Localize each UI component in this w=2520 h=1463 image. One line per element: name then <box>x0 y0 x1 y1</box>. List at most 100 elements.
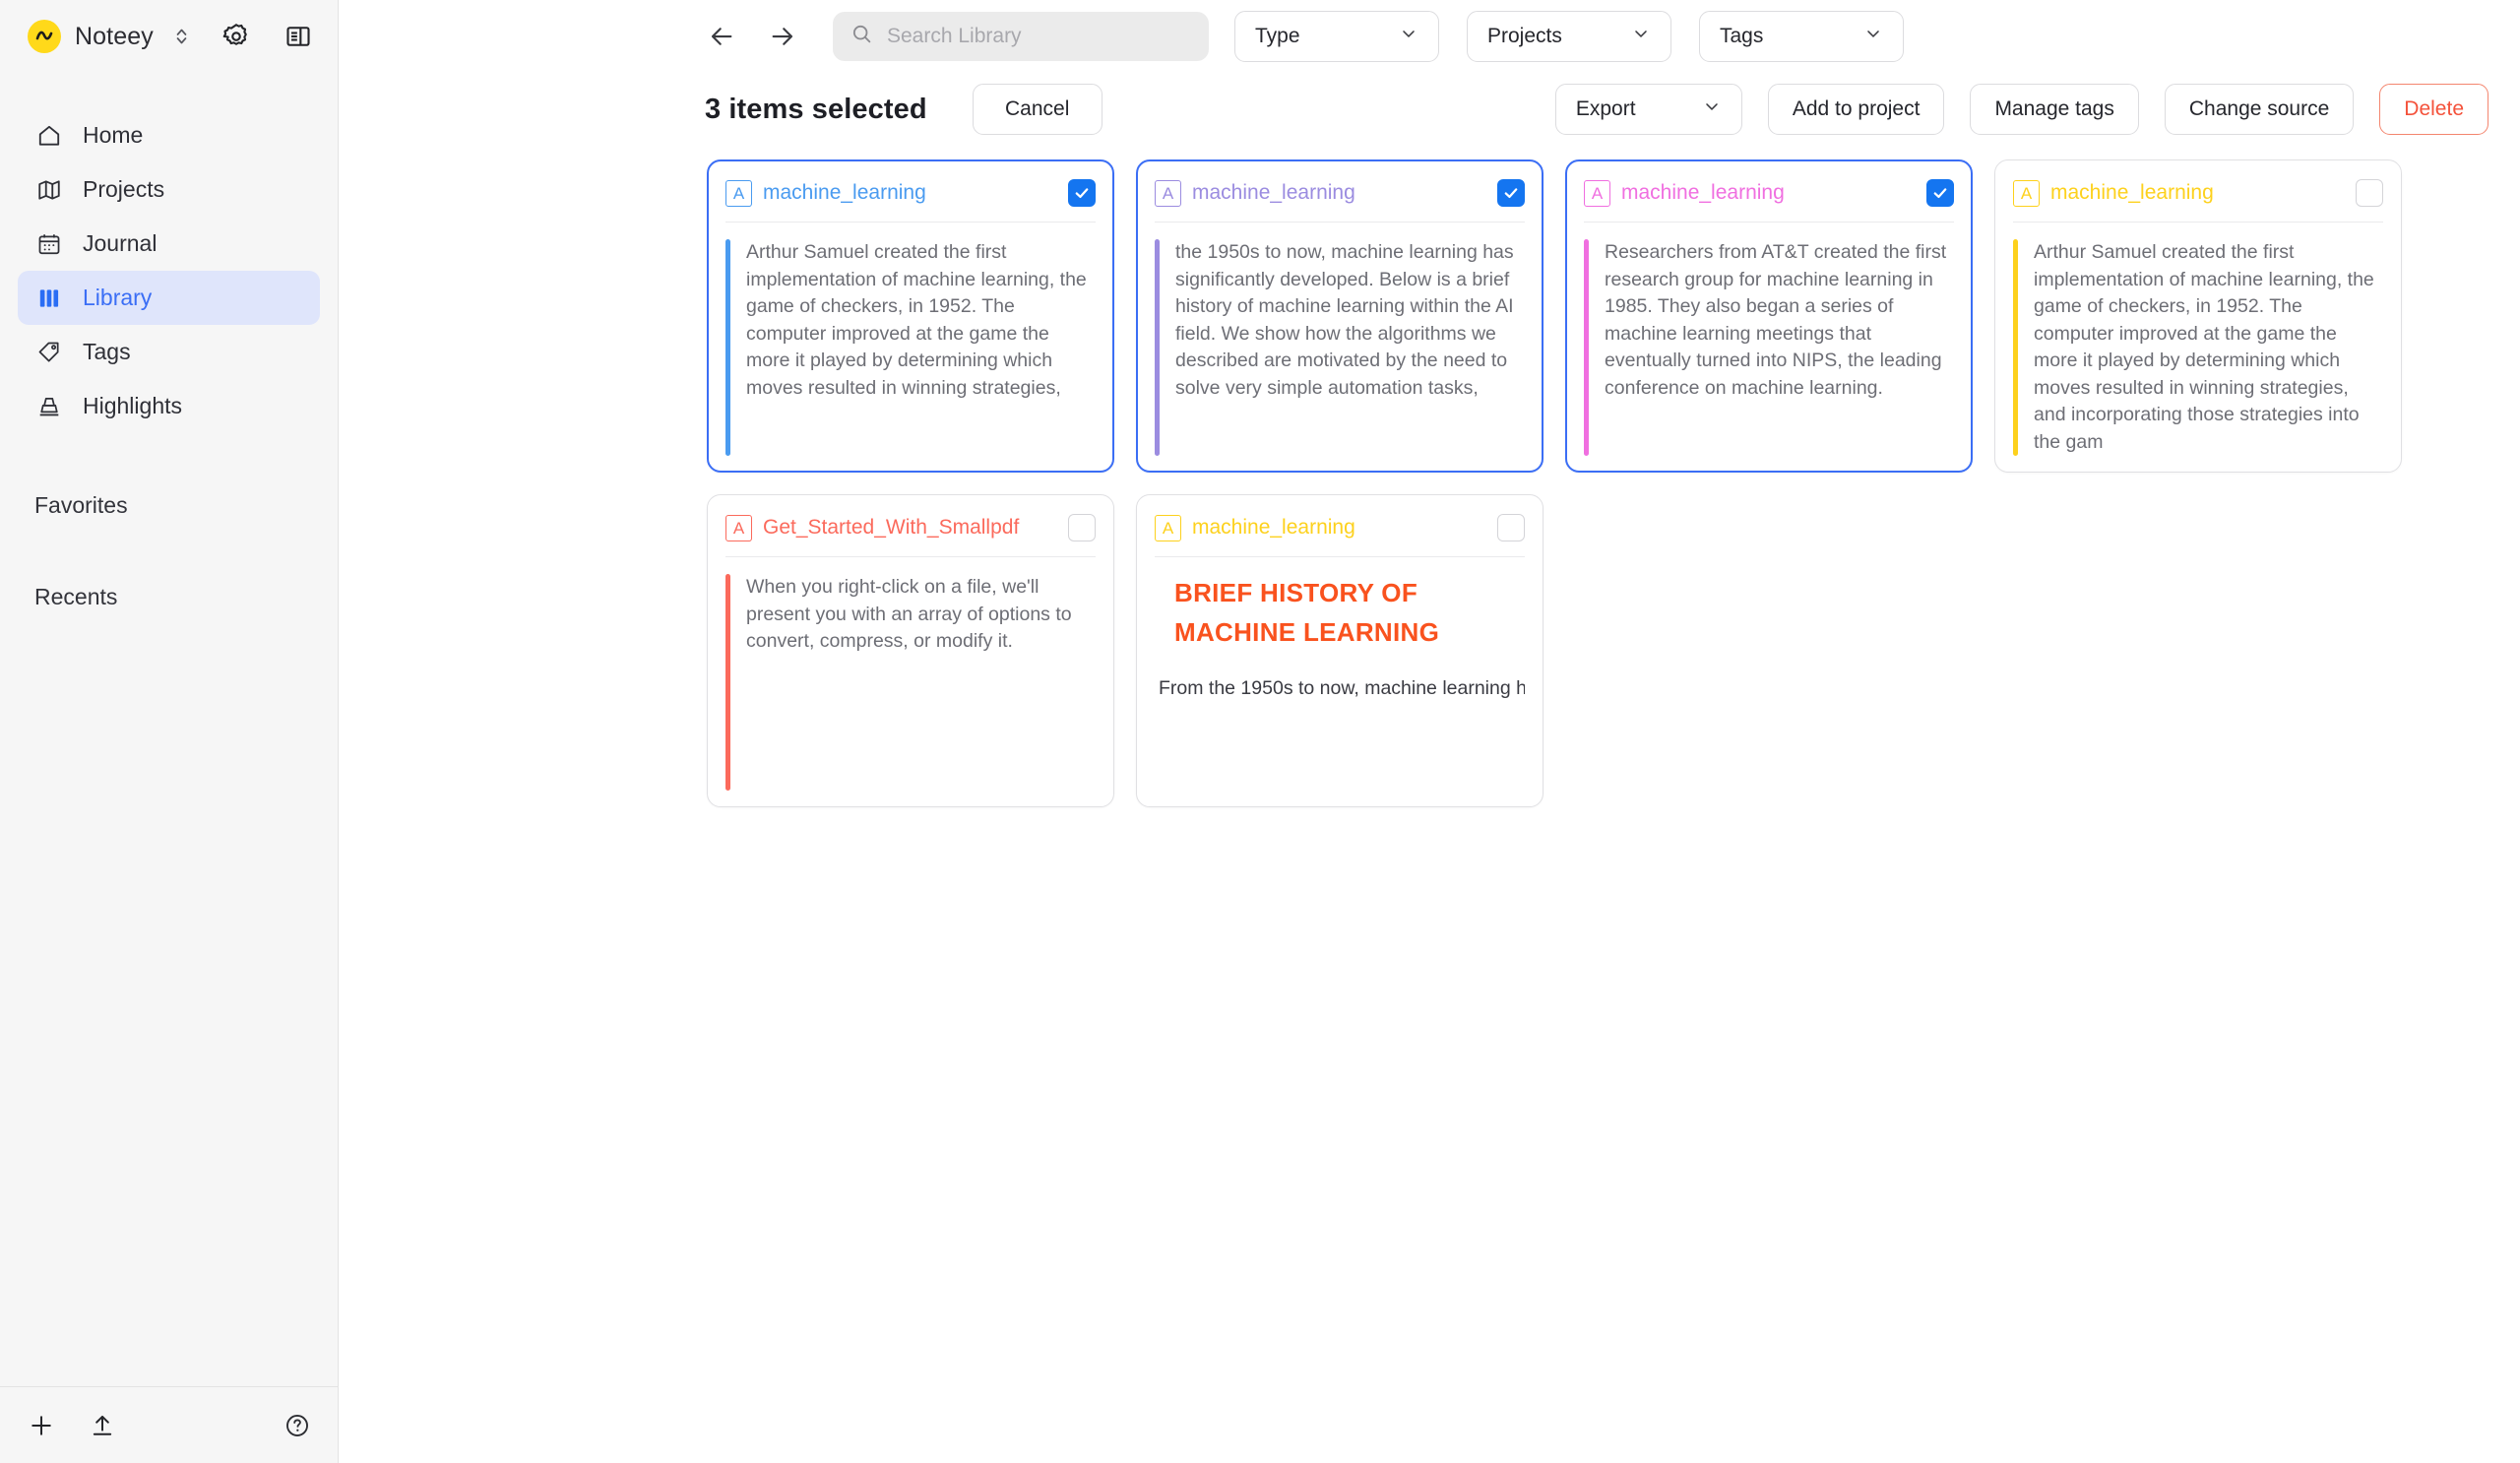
card-select-checkbox[interactable] <box>1926 179 1954 207</box>
card-body: When you right-click on a file, we'll pr… <box>725 557 1096 791</box>
card-select-checkbox[interactable] <box>1068 179 1096 207</box>
sidebar-item-label: Library <box>83 285 153 310</box>
card-body: the 1950s to now, machine learning has s… <box>1155 223 1525 456</box>
card-title: machine_learning <box>1192 181 1355 204</box>
card-body: BRIEF HISTORY OF MACHINE LEARNING From th… <box>1155 557 1525 791</box>
selection-toolbar: 3 items selected Cancel Export Add to pr… <box>339 73 2520 146</box>
sidebar-item-label: Journal <box>83 230 158 256</box>
library-card[interactable]: Amachine_learning Researchers from AT&T c… <box>1565 159 1973 473</box>
chevron-down-icon <box>1702 96 1722 122</box>
filter-label: Type <box>1255 25 1300 47</box>
chevron-down-icon <box>1399 24 1418 49</box>
arrow-left-icon[interactable] <box>705 20 738 53</box>
sidebar-section-favorites[interactable]: Favorites <box>0 492 338 519</box>
filter-projects[interactable]: Projects <box>1467 11 1671 62</box>
arrow-right-icon[interactable] <box>766 20 799 53</box>
workspace-switcher[interactable]: Noteey <box>28 20 189 53</box>
sidebar-item-journal[interactable]: Journal <box>18 217 320 271</box>
annotation-type-badge: A <box>2013 179 2040 207</box>
home-icon <box>34 121 64 151</box>
add-to-project-button[interactable]: Add to project <box>1767 84 1945 135</box>
change-source-button[interactable]: Change source <box>2164 84 2355 135</box>
card-body: Arthur Samuel created the first implemen… <box>725 223 1096 456</box>
sidebar-item-label: Tags <box>83 339 131 364</box>
annotation-type-badge: A <box>725 179 752 207</box>
sidebar-section-recents[interactable]: Recents <box>0 584 338 610</box>
annotation-type-badge: A <box>1155 179 1181 207</box>
sidebar-section-label: Favorites <box>34 492 128 518</box>
card-header: Amachine_learning <box>2013 176 2383 210</box>
sidebar-header: Noteey <box>0 0 338 73</box>
sidebar-item-library[interactable]: Library <box>18 271 320 325</box>
manage-tags-button[interactable]: Manage tags <box>1970 84 2139 135</box>
card-select-checkbox[interactable] <box>2356 179 2383 207</box>
card-header: Amachine_learning <box>1155 511 1525 544</box>
brand-name: Noteey <box>75 22 154 50</box>
bulk-actions: Export Add to project Manage tags Change… <box>1554 84 2488 135</box>
search-input[interactable]: Search Library <box>833 12 1209 61</box>
sidebar-item-projects[interactable]: Projects <box>18 162 320 217</box>
highlighter-icon <box>34 392 64 421</box>
filter-label: Projects <box>1487 25 1562 47</box>
gear-icon[interactable] <box>221 22 251 51</box>
filter-label: Tags <box>1720 25 1764 47</box>
card-select-checkbox[interactable] <box>1068 514 1096 541</box>
sidebar-section-label: Recents <box>34 584 118 609</box>
card-header: Amachine_learning <box>1155 176 1525 210</box>
help-circle-icon[interactable] <box>284 1412 311 1439</box>
card-body: Arthur Samuel created the first implemen… <box>2013 223 2383 456</box>
tag-icon <box>34 338 64 367</box>
annotation-type-badge: A <box>1155 514 1181 541</box>
sidebar-item-highlights[interactable]: Highlights <box>18 379 320 433</box>
upload-icon[interactable] <box>89 1412 116 1439</box>
library-card[interactable]: A Get_Started_With_Smallpdf When you right… <box>707 494 1114 807</box>
card-excerpt-text: When you right-click on a file, we'll pr… <box>746 576 1072 652</box>
plus-icon[interactable] <box>28 1412 55 1439</box>
main-content: Search Library Type Projects Tags 3 item… <box>339 0 2520 1463</box>
history-nav <box>705 20 799 53</box>
library-card[interactable]: Amachine_learning Arthur Samuel created t… <box>1994 159 2402 473</box>
search-placeholder: Search Library <box>887 25 1022 47</box>
card-subline-text: From the 1950s to now, machine learning … <box>1159 677 1525 699</box>
sidebar-nav: Home Projects Journal Library Tags Highl… <box>0 108 338 433</box>
library-card[interactable]: Amachine_learning BRIEF HISTORY OF MACHIN… <box>1136 494 1544 807</box>
card-body: Researchers from AT&T created the first … <box>1584 223 1954 456</box>
annotation-type-badge: A <box>1584 179 1610 207</box>
search-icon <box>850 23 873 50</box>
squiggle-logo <box>28 20 61 53</box>
library-card-grid: Amachine_learning Arthur Samuel created t… <box>339 146 2520 807</box>
chevron-down-icon <box>1863 24 1883 49</box>
card-title: machine_learning <box>2050 181 2214 204</box>
library-card[interactable]: Amachine_learningthe 1950s to now, machi… <box>1136 159 1544 473</box>
annotation-type-badge: A <box>725 514 752 541</box>
card-heading-text: BRIEF HISTORY OF MACHINE LEARNING <box>1174 578 1440 647</box>
cancel-button[interactable]: Cancel <box>972 84 1102 135</box>
card-header: Amachine_learning <box>725 176 1096 210</box>
card-title: machine_learning <box>763 181 926 204</box>
sidebar-footer <box>0 1386 339 1463</box>
export-button[interactable]: Export <box>1554 84 1742 135</box>
card-header: Amachine_learning <box>1584 176 1954 210</box>
export-label: Export <box>1575 97 1636 120</box>
card-excerpt-text: the 1950s to now, machine learning has s… <box>1175 241 1514 399</box>
card-title: Get_Started_With_Smallpdf <box>763 516 1020 539</box>
toggle-panel-icon[interactable] <box>284 23 312 50</box>
library-card[interactable]: Amachine_learning Arthur Samuel created t… <box>707 159 1114 473</box>
card-excerpt-text: Arthur Samuel created the first implemen… <box>2034 241 2374 453</box>
card-select-checkbox[interactable] <box>1497 179 1525 207</box>
books-icon <box>34 284 64 313</box>
filter-tags[interactable]: Tags <box>1699 11 1904 62</box>
sidebar-item-home[interactable]: Home <box>18 108 320 162</box>
calendar-icon <box>34 229 64 259</box>
delete-button[interactable]: Delete <box>2379 84 2488 135</box>
card-select-checkbox[interactable] <box>1497 514 1525 541</box>
filter-type[interactable]: Type <box>1234 11 1439 62</box>
selection-count: 3 items selected <box>705 93 927 125</box>
sidebar: Noteey Home Projects Journal Library Tag… <box>0 0 339 1463</box>
card-excerpt-text: Arthur Samuel created the first implemen… <box>746 241 1087 399</box>
top-toolbar: Search Library Type Projects Tags <box>339 0 2520 73</box>
app-window: Noteey Home Projects Journal Library Tag… <box>0 0 2520 1463</box>
sidebar-item-label: Highlights <box>83 393 182 418</box>
sidebar-item-tags[interactable]: Tags <box>18 325 320 379</box>
sidebar-item-label: Projects <box>83 176 165 202</box>
